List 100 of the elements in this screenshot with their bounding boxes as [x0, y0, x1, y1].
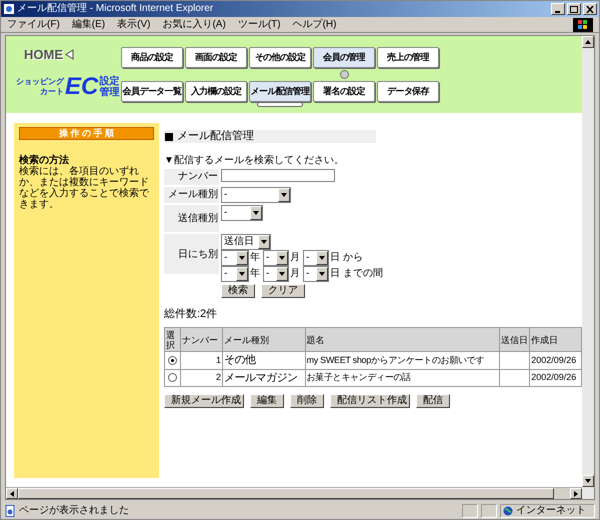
column-header: 送信日: [500, 328, 530, 352]
dropdown[interactable]: -: [221, 187, 291, 203]
dropdown-arrow-icon: [239, 272, 245, 276]
nav-button[interactable]: 入力欄の設定: [185, 81, 247, 102]
dropdown-arrow-icon: [279, 256, 285, 260]
globe-icon: [503, 506, 513, 516]
scroll-right-button[interactable]: [570, 488, 582, 499]
number-input[interactable]: [221, 169, 335, 182]
window-title: メール配信管理 - Microsoft Internet Explorer: [17, 4, 214, 14]
nav-button[interactable]: データ保存: [377, 81, 439, 102]
unit-label: 日: [330, 269, 340, 279]
unit-label: 日: [330, 253, 340, 263]
close-button[interactable]: [583, 3, 597, 15]
table-cell: my SWEET shopからアンケートのお願いです: [305, 352, 500, 369]
column-header: 題名: [305, 328, 500, 352]
menu-item[interactable]: 表示(V): [117, 20, 150, 30]
status-pane: [481, 504, 497, 518]
dropdown-arrow-icon: [261, 240, 267, 244]
column-header: メール種別: [222, 328, 306, 352]
form-button[interactable]: 配信: [416, 394, 450, 408]
back-arrow-icon[interactable]: [65, 49, 74, 60]
dropdown[interactable]: 送信日: [221, 234, 271, 250]
table-cell: 2: [180, 369, 223, 386]
form-button[interactable]: 削除: [290, 394, 324, 408]
form-button[interactable]: 編集: [250, 394, 284, 408]
dropdown[interactable]: -: [263, 250, 289, 266]
table-cell: お菓子とキャンディーの話: [305, 369, 500, 386]
dropdown[interactable]: -: [221, 266, 249, 282]
field-label: 日にち別: [164, 234, 219, 274]
unit-label: 年: [250, 253, 260, 263]
column-header: 選択: [164, 328, 180, 352]
page-icon: [5, 504, 16, 516]
menu-item[interactable]: ファイル(F): [7, 20, 60, 30]
menu-item[interactable]: お気に入り(A): [162, 20, 226, 30]
vertical-scrollbar[interactable]: [582, 36, 594, 499]
unit-label: 月: [290, 269, 300, 279]
dropdown-arrow-icon: [319, 256, 325, 260]
zone-text: インターネット: [516, 506, 586, 516]
scroll-down-button[interactable]: [582, 475, 594, 487]
dropdown[interactable]: -: [303, 250, 329, 266]
unit-label: 年: [250, 269, 260, 279]
total-count: 総件数:2件: [164, 309, 218, 320]
field-label: ナンバー: [164, 169, 219, 185]
form-button[interactable]: 配信リスト作成: [330, 394, 410, 408]
nav-button[interactable]: その他の設定: [249, 47, 311, 68]
dropdown-arrow-icon: [319, 272, 325, 276]
nav-button[interactable]: 画面の設定: [185, 47, 247, 68]
nav-button[interactable]: 売上の管理: [377, 47, 439, 68]
column-header: ナンバー: [180, 328, 223, 352]
square-bullet-icon: [165, 132, 173, 140]
dropdown[interactable]: -: [221, 250, 249, 266]
field-label: 送信種別: [164, 205, 219, 232]
unit-label: 月: [290, 253, 300, 263]
nav-button[interactable]: メール配信管理: [249, 81, 311, 102]
dropdown-arrow-icon: [253, 211, 259, 215]
nav-button[interactable]: 署名の設定: [313, 81, 375, 102]
range-label: までの間: [343, 269, 383, 279]
dropdown[interactable]: -: [263, 266, 289, 282]
minimize-button[interactable]: [551, 3, 565, 15]
nav-button[interactable]: 会員の管理: [313, 47, 375, 68]
table-cell: その他: [222, 352, 306, 369]
left-arrow-icon: [10, 490, 14, 496]
dropdown[interactable]: -: [303, 266, 329, 282]
page-title: メール配信管理: [177, 131, 254, 142]
radio-button[interactable]: [168, 356, 177, 365]
scroll-left-button[interactable]: [6, 488, 18, 499]
range-label: から: [343, 253, 363, 263]
help-title: 検索の方法: [19, 155, 70, 166]
browser-icon: [3, 3, 15, 15]
radio-button[interactable]: [168, 373, 177, 382]
dropdown-arrow-icon: [279, 272, 285, 276]
dropdown-arrow-icon: [239, 256, 245, 260]
scroll-up-button[interactable]: [582, 36, 594, 48]
status-text: ページが表示されました: [19, 506, 130, 516]
menu-item[interactable]: ツール(T): [238, 20, 281, 30]
close-icon: [586, 6, 594, 12]
nav-button[interactable]: 会員データ一覧: [121, 81, 183, 102]
help-text: 検索には、各項目のいずれか、または複数にキーワードなどを入力することで検索できます。: [19, 166, 150, 210]
up-arrow-icon: [585, 40, 591, 44]
field-label: メール種別: [164, 187, 219, 203]
menu-item[interactable]: ヘルプ(H): [292, 20, 336, 30]
down-arrow-icon: [585, 479, 591, 483]
maximize-button[interactable]: [567, 3, 581, 15]
search-prompt: ▼配信するメールを検索してください。: [164, 156, 345, 166]
home-link[interactable]: HOME: [24, 48, 63, 61]
table-cell: メールマガジン: [222, 369, 306, 386]
form-button[interactable]: クリア: [261, 284, 305, 298]
status-pane: [462, 504, 478, 518]
maximize-icon: [570, 6, 578, 12]
form-button[interactable]: 新規メール作成: [164, 394, 244, 408]
browser-logo-icon: [573, 18, 593, 32]
table-cell: 1: [180, 352, 223, 369]
form-button[interactable]: 検索: [221, 284, 255, 298]
right-arrow-icon: [574, 490, 578, 496]
dropdown-arrow-icon: [281, 193, 287, 197]
menu-item[interactable]: 編集(E): [72, 20, 106, 30]
sidebar-heading: 操 作 の 手 順: [19, 127, 154, 140]
nav-button[interactable]: 商品の設定: [121, 47, 183, 68]
column-header: 作成日: [530, 328, 582, 352]
dropdown[interactable]: -: [221, 205, 263, 221]
